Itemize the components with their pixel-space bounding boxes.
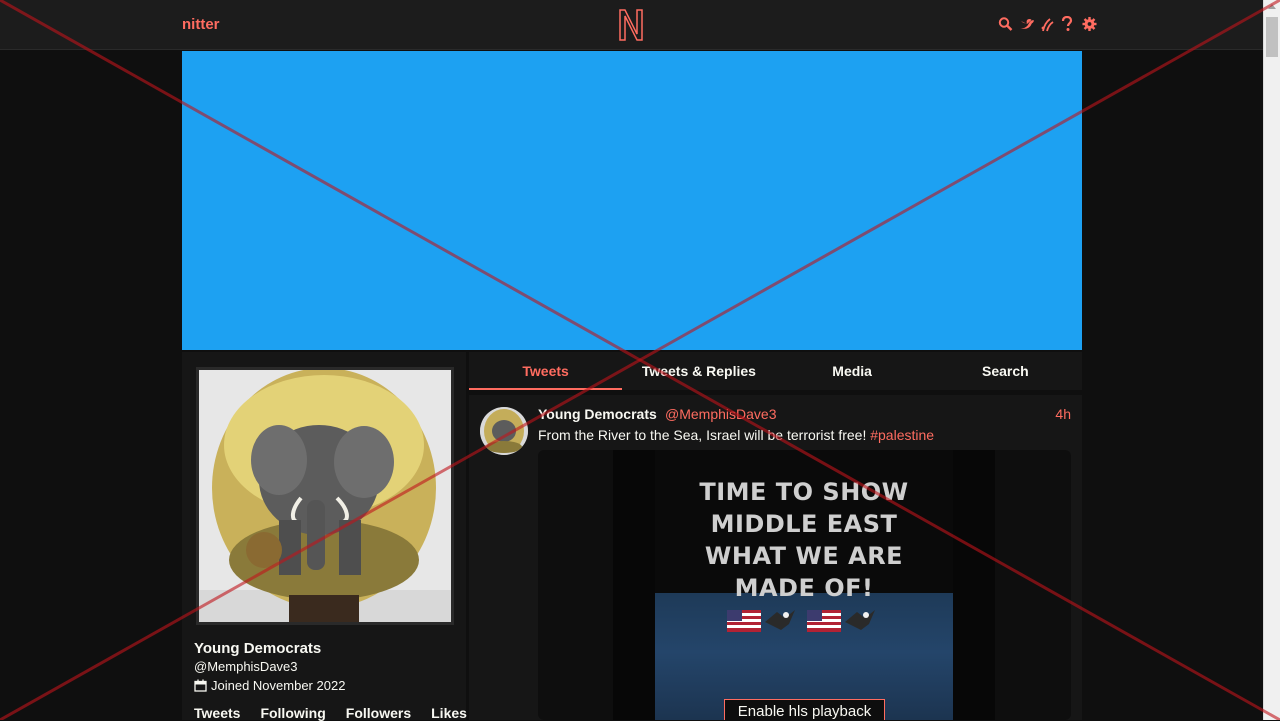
nav-icon-group (998, 15, 1097, 32)
scroll-thumb[interactable] (1266, 17, 1278, 57)
bird-icon[interactable] (1019, 16, 1034, 32)
nitter-home-link[interactable]: nitter (182, 16, 220, 33)
video-text-line: TIME TO SHOW (699, 478, 909, 506)
profile-banner (182, 51, 1082, 350)
profile-avatar[interactable] (196, 367, 454, 625)
nitter-logo-icon[interactable] (617, 8, 645, 42)
joined-text: Joined November 2022 (211, 678, 346, 693)
profile-stats: Tweets Following Followers Likes (194, 705, 487, 721)
tweet-date[interactable]: 4h (1055, 406, 1071, 422)
video-thumbnail[interactable]: TIME TO SHOW MIDDLE EAST WHAT WE ARE MAD… (655, 450, 953, 720)
help-icon[interactable] (1061, 15, 1076, 32)
tab-tweets[interactable]: Tweets (469, 352, 623, 390)
profile-card: Young Democrats @MemphisDave3 Joined Nov… (182, 352, 467, 721)
tweet-hashtag-link[interactable]: #palestine (870, 427, 934, 443)
gear-icon[interactable] (1082, 16, 1097, 32)
stat-likes-label[interactable]: Likes (431, 705, 467, 721)
stat-following-label[interactable]: Following (260, 705, 325, 721)
tweet-avatar-image (480, 407, 528, 455)
calendar-icon (194, 679, 207, 692)
enable-hls-playback-button[interactable]: Enable hls playback (724, 699, 885, 720)
tweet-avatar[interactable] (480, 407, 528, 455)
profile-username[interactable]: @MemphisDave3 (194, 659, 298, 674)
tweet-username[interactable]: @MemphisDave3 (665, 406, 776, 422)
tab-media[interactable]: Media (776, 352, 929, 390)
tab-search[interactable]: Search (929, 352, 1082, 390)
scroll-up-arrow-icon[interactable] (1268, 4, 1276, 9)
video-thumbnail-text: TIME TO SHOW MIDDLE EAST WHAT WE ARE MAD… (655, 476, 953, 604)
search-icon[interactable] (998, 16, 1013, 32)
timeline-tabs: Tweets Tweets & Replies Media Search (469, 352, 1082, 390)
flag-eagle-icons (727, 610, 875, 632)
tweet-fullname[interactable]: Young Democrats (538, 406, 657, 422)
rss-icon[interactable] (1040, 16, 1055, 32)
profile-joined-date: Joined November 2022 (194, 678, 345, 693)
video-text-line: MIDDLE EAST (710, 510, 898, 538)
stat-followers-label[interactable]: Followers (346, 705, 411, 721)
tweet-media: TIME TO SHOW MIDDLE EAST WHAT WE ARE MAD… (538, 450, 1071, 720)
tweet-text: From the River to the Sea, Israel will b… (538, 427, 934, 443)
avatar-image (199, 368, 451, 622)
tab-tweets-replies[interactable]: Tweets & Replies (622, 352, 775, 390)
page-scrollbar[interactable] (1263, 0, 1280, 720)
timeline: Young Democrats @MemphisDave3 4h From th… (469, 395, 1082, 720)
video-text-line: WHAT WE ARE (704, 542, 904, 570)
profile-fullname: Young Democrats (194, 640, 322, 657)
tweet-text-body: From the River to the Sea, Israel will b… (538, 427, 871, 443)
top-navbar: nitter (0, 0, 1263, 50)
stat-tweets-label[interactable]: Tweets (194, 705, 240, 721)
